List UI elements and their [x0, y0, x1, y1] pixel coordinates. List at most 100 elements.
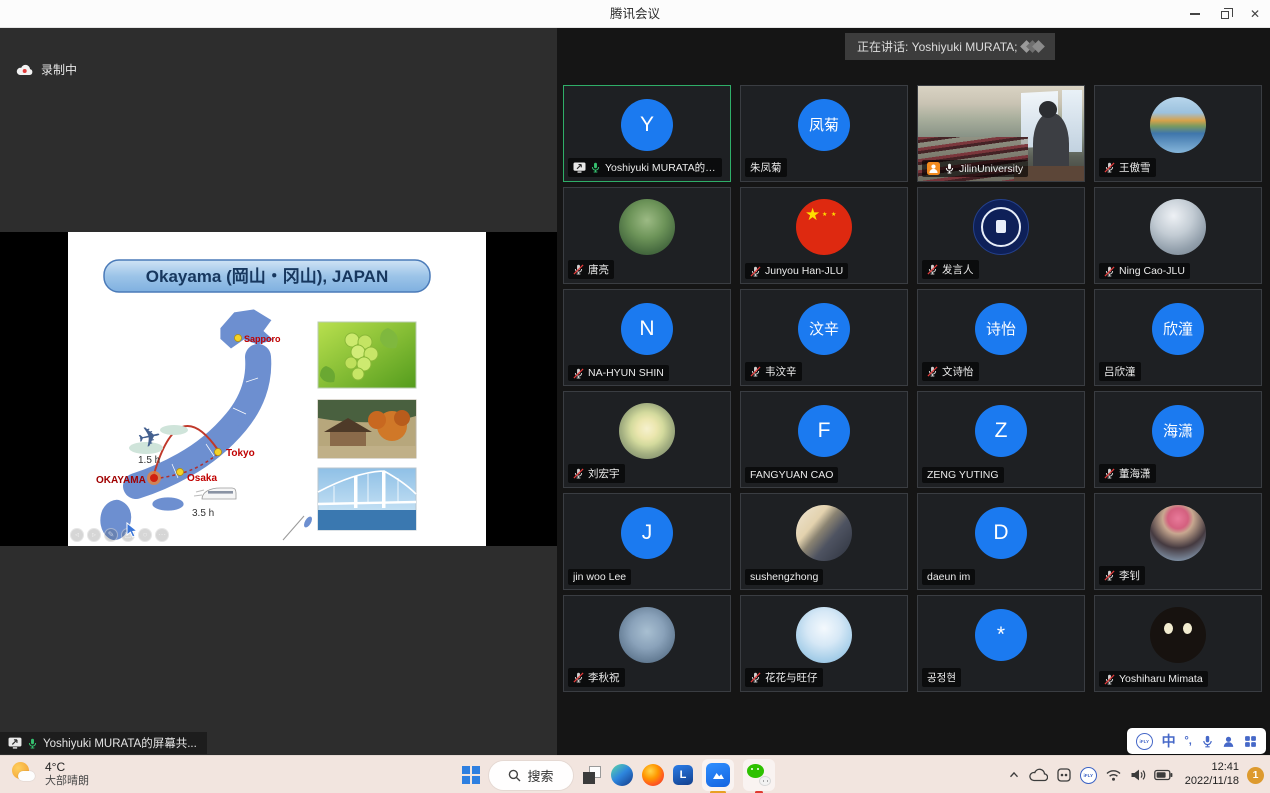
ime-panel-icon[interactable]	[1244, 735, 1257, 748]
participant-name-label: 韦汶辛	[745, 362, 802, 381]
participant-tile[interactable]: 王傲雪	[1094, 85, 1262, 182]
mic-live-icon	[944, 163, 955, 174]
participant-tile[interactable]: *공정현	[917, 595, 1085, 692]
participant-tile[interactable]: 凤菊朱凤菊	[740, 85, 908, 182]
search-label: 搜索	[527, 766, 553, 785]
avatar	[1150, 505, 1206, 561]
participant-tile[interactable]: 刘宏宇	[563, 391, 731, 488]
participant-tile[interactable]: 李秋祝	[563, 595, 731, 692]
participant-tile[interactable]: 李钊	[1094, 493, 1262, 590]
participant-tile[interactable]: NNA-HYUN SHIN	[563, 289, 731, 386]
tray-chevron-up-icon[interactable]	[1007, 768, 1021, 782]
participant-tile[interactable]: ZZENG YUTING	[917, 391, 1085, 488]
minimize-button[interactable]	[1180, 0, 1210, 28]
notification-badge[interactable]: 1	[1247, 767, 1264, 784]
mic-muted-icon	[573, 468, 584, 479]
presentation-slide: Okayama (岡山・冈山), JAPAN	[68, 232, 486, 546]
ime-mic-icon[interactable]	[1201, 735, 1214, 748]
next-slide-icon[interactable]: ▹	[87, 528, 101, 542]
restore-icon	[1221, 11, 1229, 19]
taskbar: 4°C 大部晴朗 搜索 L	[0, 755, 1270, 793]
participant-name-label: JilinUniversity	[922, 160, 1028, 177]
participant-tile[interactable]: Jjin woo Lee	[563, 493, 731, 590]
mic-muted-icon	[1104, 162, 1115, 173]
wifi-icon[interactable]	[1105, 768, 1122, 782]
start-button[interactable]	[462, 766, 480, 784]
window-titlebar: 腾讯会议 ✕	[0, 0, 1270, 28]
participant-tile[interactable]: Ddaeun im	[917, 493, 1085, 590]
taskbar-center: 搜索 L	[462, 756, 775, 793]
wechat-taskbar-button[interactable]	[743, 759, 775, 791]
search-box[interactable]: 搜索	[489, 761, 573, 790]
participant-tile[interactable]: 唐亮	[563, 187, 731, 284]
restore-button[interactable]	[1210, 0, 1240, 28]
participant-name-label: sushengzhong	[745, 569, 823, 585]
onedrive-cloud-icon[interactable]	[1029, 768, 1048, 782]
avatar	[796, 607, 852, 663]
mic-on-icon	[590, 162, 601, 173]
photo-autumn	[318, 400, 416, 458]
close-button[interactable]: ✕	[1240, 0, 1270, 28]
host-badge-icon	[927, 162, 940, 175]
screen-share-icon	[8, 737, 22, 749]
slide-nav-controls: ◃▹✎▢○⋯	[70, 528, 169, 542]
participant-tile[interactable]: Yoshiharu Mimata	[1094, 595, 1262, 692]
mic-muted-icon	[573, 264, 584, 275]
city-label-sapporo: Sapporo	[244, 334, 281, 344]
battery-icon[interactable]	[1154, 769, 1173, 781]
more-icon[interactable]: ⋯	[155, 528, 169, 542]
participant-name-label: Junyou Han-JLU	[745, 263, 848, 279]
weather-widget[interactable]: 4°C 大部晴朗	[12, 760, 89, 789]
ime-punctuation-toggle[interactable]: °,	[1184, 736, 1191, 747]
avatar: D	[975, 507, 1027, 559]
firefox-icon[interactable]	[642, 764, 664, 786]
ifly-tray-icon[interactable]: iFLY	[1080, 767, 1097, 784]
participant-tile[interactable]: sushengzhong	[740, 493, 908, 590]
ifly-logo-icon[interactable]: iFLY	[1136, 733, 1153, 750]
window-title: 腾讯会议	[0, 0, 1270, 28]
mic-muted-icon	[750, 266, 761, 277]
mic-on-icon	[27, 738, 38, 749]
participant-name-label: 花花与旺仔	[745, 668, 823, 687]
avatar: Y	[621, 99, 673, 151]
volume-icon[interactable]	[1130, 768, 1146, 782]
city-label-okayama: OKAYAMA	[96, 475, 146, 486]
participant-tile[interactable]: Junyou Han-JLU	[740, 187, 908, 284]
ime-user-icon[interactable]	[1222, 735, 1235, 748]
participant-tile[interactable]: 花花与旺仔	[740, 595, 908, 692]
lenovo-manager-icon[interactable]: L	[673, 765, 693, 785]
remote-app-icon[interactable]	[1056, 767, 1072, 783]
screen-share-icon	[573, 162, 586, 173]
participant-name-label: jin woo Lee	[568, 569, 631, 585]
participant-tile[interactable]: 诗怡文诗怡	[917, 289, 1085, 386]
participant-tile[interactable]: 发言人	[917, 187, 1085, 284]
mic-muted-icon	[750, 672, 761, 683]
recording-label: 录制中	[41, 61, 77, 78]
prev-slide-icon[interactable]: ◃	[70, 528, 84, 542]
tencent-meeting-taskbar-button[interactable]	[702, 759, 734, 791]
mic-muted-icon	[927, 366, 938, 377]
share-banner[interactable]: Yoshiyuki MURATA的屏幕共...	[0, 732, 207, 754]
participant-tile[interactable]: 欣潼吕欣潼	[1094, 289, 1262, 386]
tray-clock[interactable]: 12:41 2022/11/18	[1185, 761, 1239, 789]
participant-tile[interactable]: 汶辛韦汶辛	[740, 289, 908, 386]
participant-name-label: 李钊	[1099, 566, 1145, 585]
participant-tile[interactable]: Ning Cao-JLU	[1094, 187, 1262, 284]
city-label-osaka: Osaka	[187, 473, 217, 484]
participant-name-label: Yoshiyuki MURATA的屏幕共...	[568, 158, 722, 177]
ime-language-toggle[interactable]: 中	[1162, 734, 1176, 748]
magnifier-icon[interactable]: ○	[138, 528, 152, 542]
wechat-icon	[747, 763, 771, 787]
ime-toolbar[interactable]: iFLY 中 °,	[1127, 728, 1266, 754]
participant-tile[interactable]: JilinUniversity	[917, 85, 1085, 182]
edge-icon[interactable]	[611, 764, 633, 786]
mic-muted-icon	[1104, 266, 1115, 277]
participant-tile[interactable]: FFANGYUAN CAO	[740, 391, 908, 488]
mouse-cursor	[126, 522, 139, 538]
avatar: F	[798, 405, 850, 457]
participant-tile[interactable]: 海潇董海潇	[1094, 391, 1262, 488]
window-controls: ✕	[1180, 0, 1270, 28]
task-view-button[interactable]	[582, 765, 602, 785]
annotate-icon[interactable]: ✎	[104, 528, 118, 542]
participant-tile[interactable]: Y Yoshiyuki MURATA的屏幕共...	[563, 85, 731, 182]
